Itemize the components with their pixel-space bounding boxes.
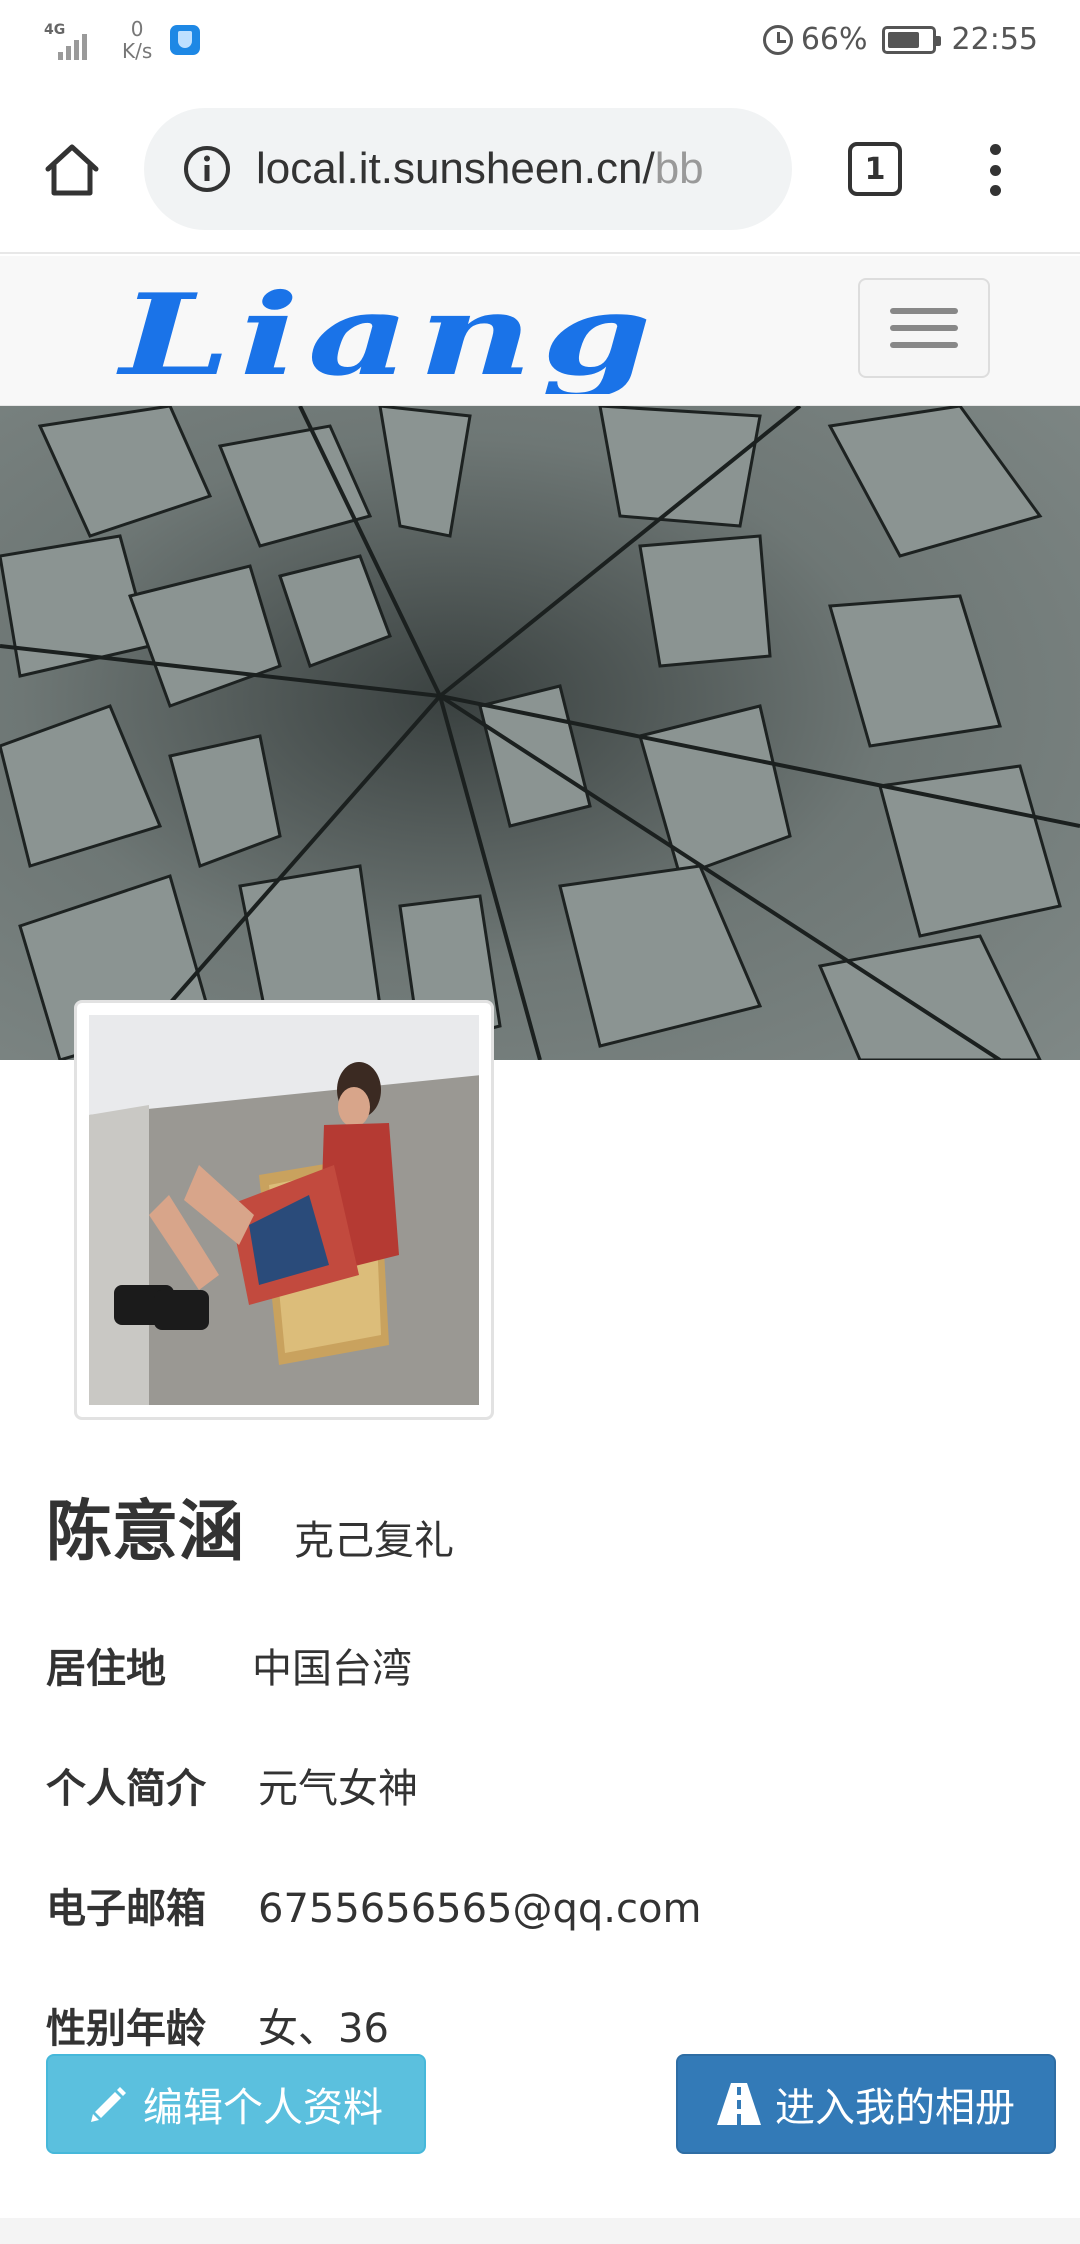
edit-profile-button[interactable]: 编辑个人资料 xyxy=(46,2054,426,2154)
home-button[interactable] xyxy=(38,136,106,204)
alarm-icon xyxy=(762,24,793,55)
status-bar: 4G 0 K/s 66% 22:55 xyxy=(0,0,1080,86)
browser-toolbar: local.it.sunsheen.cn/bb 1 xyxy=(0,86,1080,254)
battery-percent: 66% xyxy=(800,22,868,57)
profile-motto: 克己复礼 xyxy=(294,1518,454,1564)
info-label: 个人简介 xyxy=(46,1766,206,1812)
site-navbar: Liang xyxy=(0,256,1080,406)
avatar-image xyxy=(89,1015,479,1405)
info-value: 元气女神 xyxy=(258,1766,418,1812)
profile-name: 陈意涵 xyxy=(46,1493,244,1570)
avatar[interactable] xyxy=(74,1000,494,1420)
status-left: 4G 0 K/s xyxy=(44,17,201,63)
profile-header: 陈意涵 克己复礼 xyxy=(46,1478,454,1574)
info-icon[interactable] xyxy=(182,144,232,194)
status-right: 66% 22:55 xyxy=(762,22,1038,57)
info-value: 中国台湾 xyxy=(252,1646,412,1692)
network-speed: 0 K/s xyxy=(122,17,153,63)
info-row-bio: 个人简介 元气女神 xyxy=(46,1756,418,1814)
info-row-gender-age: 性别年龄 女、36 xyxy=(46,1996,389,2054)
info-label: 性别年龄 xyxy=(46,2006,206,2052)
open-album-label: 进入我的相册 xyxy=(775,2085,1015,2131)
road-icon xyxy=(717,2083,761,2125)
pencil-icon xyxy=(91,2087,126,2122)
bottom-divider xyxy=(0,2218,1080,2244)
navbar-toggle-button[interactable] xyxy=(858,278,990,378)
address-bar[interactable]: local.it.sunsheen.cn/bb xyxy=(144,108,792,230)
avatar-photo xyxy=(89,1015,479,1405)
info-value: 6755656565@qq.com xyxy=(258,1886,702,1932)
info-label: 电子邮箱 xyxy=(46,1886,206,1932)
browser-menu-button[interactable] xyxy=(980,140,1010,200)
site-logo[interactable]: Liang xyxy=(110,274,670,394)
info-row-residence: 居住地 中国台湾 xyxy=(46,1636,412,1694)
info-row-email: 电子邮箱 6755656565@qq.com xyxy=(46,1876,701,1934)
url-text: local.it.sunsheen.cn/bb xyxy=(256,144,704,193)
battery-icon xyxy=(881,25,941,54)
banner-image xyxy=(0,406,1080,1060)
clock: 22:55 xyxy=(951,22,1038,57)
info-label: 居住地 xyxy=(46,1646,166,1692)
signal-icon: 4G xyxy=(44,20,104,60)
home-icon xyxy=(45,144,99,196)
security-shield-icon xyxy=(170,25,201,55)
info-value: 女、36 xyxy=(258,2006,389,2052)
edit-profile-label: 编辑个人资料 xyxy=(143,2085,383,2131)
svg-text:Liang: Liang xyxy=(116,274,660,394)
profile-banner xyxy=(0,406,1080,1060)
tab-switcher-button[interactable]: 1 xyxy=(848,142,902,196)
open-album-button[interactable]: 进入我的相册 xyxy=(676,2054,1056,2154)
